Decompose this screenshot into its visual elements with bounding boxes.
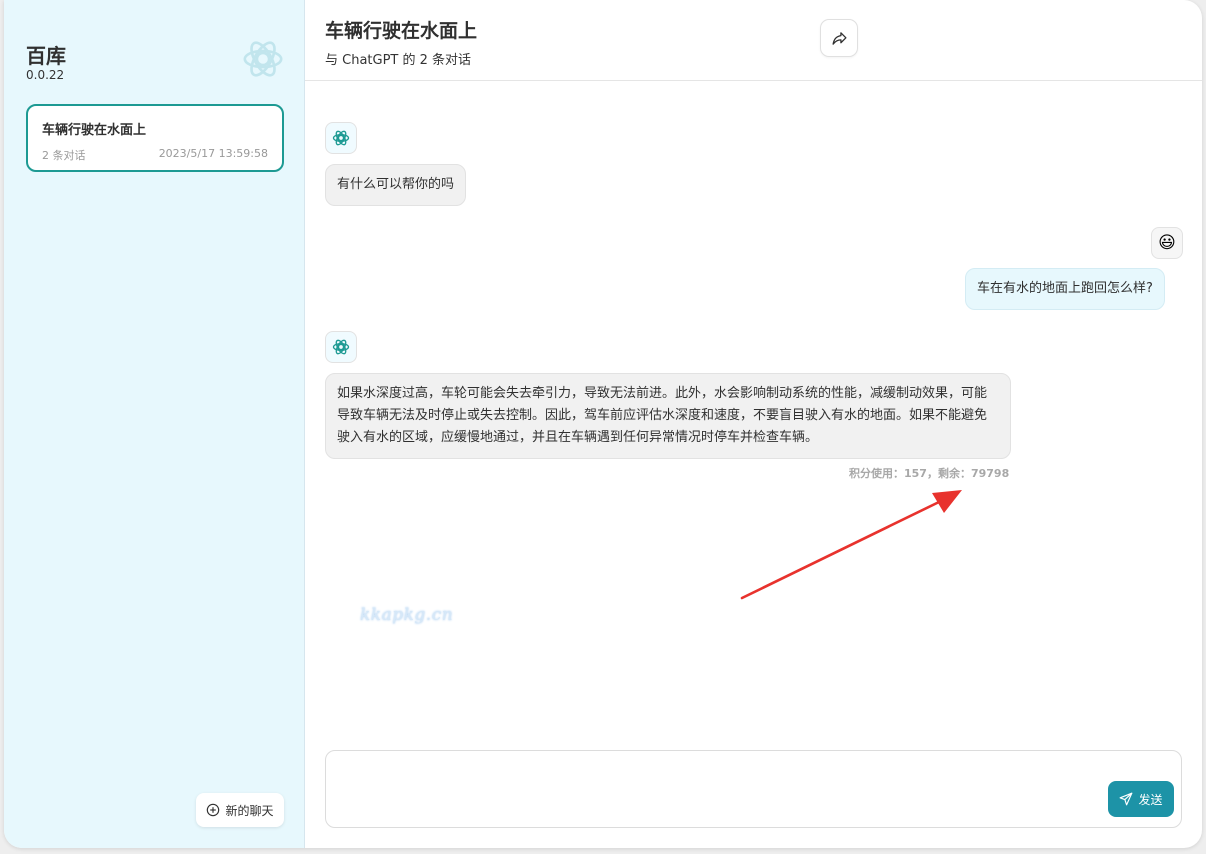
app-version: 0.0.22: [26, 68, 65, 82]
assistant-message: 有什么可以帮你的吗: [325, 164, 467, 206]
message-input[interactable]: [338, 761, 1102, 820]
message-text: 如果水深度过高，车轮可能会失去牵引力，导致无法前进。此外，水会影响制动系统的性能…: [337, 386, 988, 445]
annotation-arrow-icon: [740, 490, 962, 600]
message-text: 车在有水的地面上跑回怎么样?: [977, 281, 1153, 296]
sidebar: 百库 0.0.22 车辆行驶在水面上 2 条对话 2023/5/17 13:59…: [4, 0, 305, 848]
assistant-avatar: [325, 331, 357, 363]
chat-item-count: 2 条对话: [42, 149, 86, 162]
watermark-text: kkapkg.cn: [360, 605, 454, 625]
assistant-message: 如果水深度过高，车轮可能会失去牵引力，导致无法前进。此外，水会影响制动系统的性能…: [325, 373, 1011, 459]
send-plane-icon: [1120, 792, 1133, 806]
user-message: 车在有水的地面上跑回怎么样?: [965, 268, 1165, 310]
openai-logo-icon: [332, 339, 350, 355]
add-circle-icon: [207, 803, 220, 817]
user-avatar: 😃: [1151, 227, 1183, 259]
smiley-icon: 😃: [1158, 232, 1176, 253]
message-text: 有什么可以帮你的吗: [337, 177, 455, 192]
send-label: 发送: [1138, 792, 1163, 807]
share-arrow-icon: [831, 31, 847, 45]
chat-list-item[interactable]: 车辆行驶在水面上 2 条对话 2023/5/17 13:59:58: [26, 104, 284, 172]
chat-item-title: 车辆行驶在水面上: [42, 123, 147, 138]
chat-header: 车辆行驶在水面上 与 ChatGPT 的 2 条对话: [305, 0, 1202, 81]
send-button[interactable]: 发送: [1108, 781, 1174, 817]
app-window: 百库 0.0.22 车辆行驶在水面上 2 条对话 2023/5/17 13:59…: [4, 0, 1202, 848]
chat-title: 车辆行驶在水面上: [325, 20, 478, 42]
new-chat-label: 新的聊天: [225, 803, 274, 818]
usage-info: 积分使用：157，剩余：79798: [849, 467, 1010, 480]
openai-logo-icon: [243, 41, 283, 77]
app-title: 百库: [26, 44, 66, 68]
share-button[interactable]: [820, 19, 858, 57]
new-chat-button[interactable]: 新的聊天: [196, 793, 284, 827]
chat-subtitle: 与 ChatGPT 的 2 条对话: [325, 53, 472, 68]
openai-logo-icon: [332, 130, 350, 146]
assistant-avatar: [325, 122, 357, 154]
message-input-box: 发送: [325, 750, 1182, 828]
chat-item-time: 2023/5/17 13:59:58: [158, 147, 268, 160]
